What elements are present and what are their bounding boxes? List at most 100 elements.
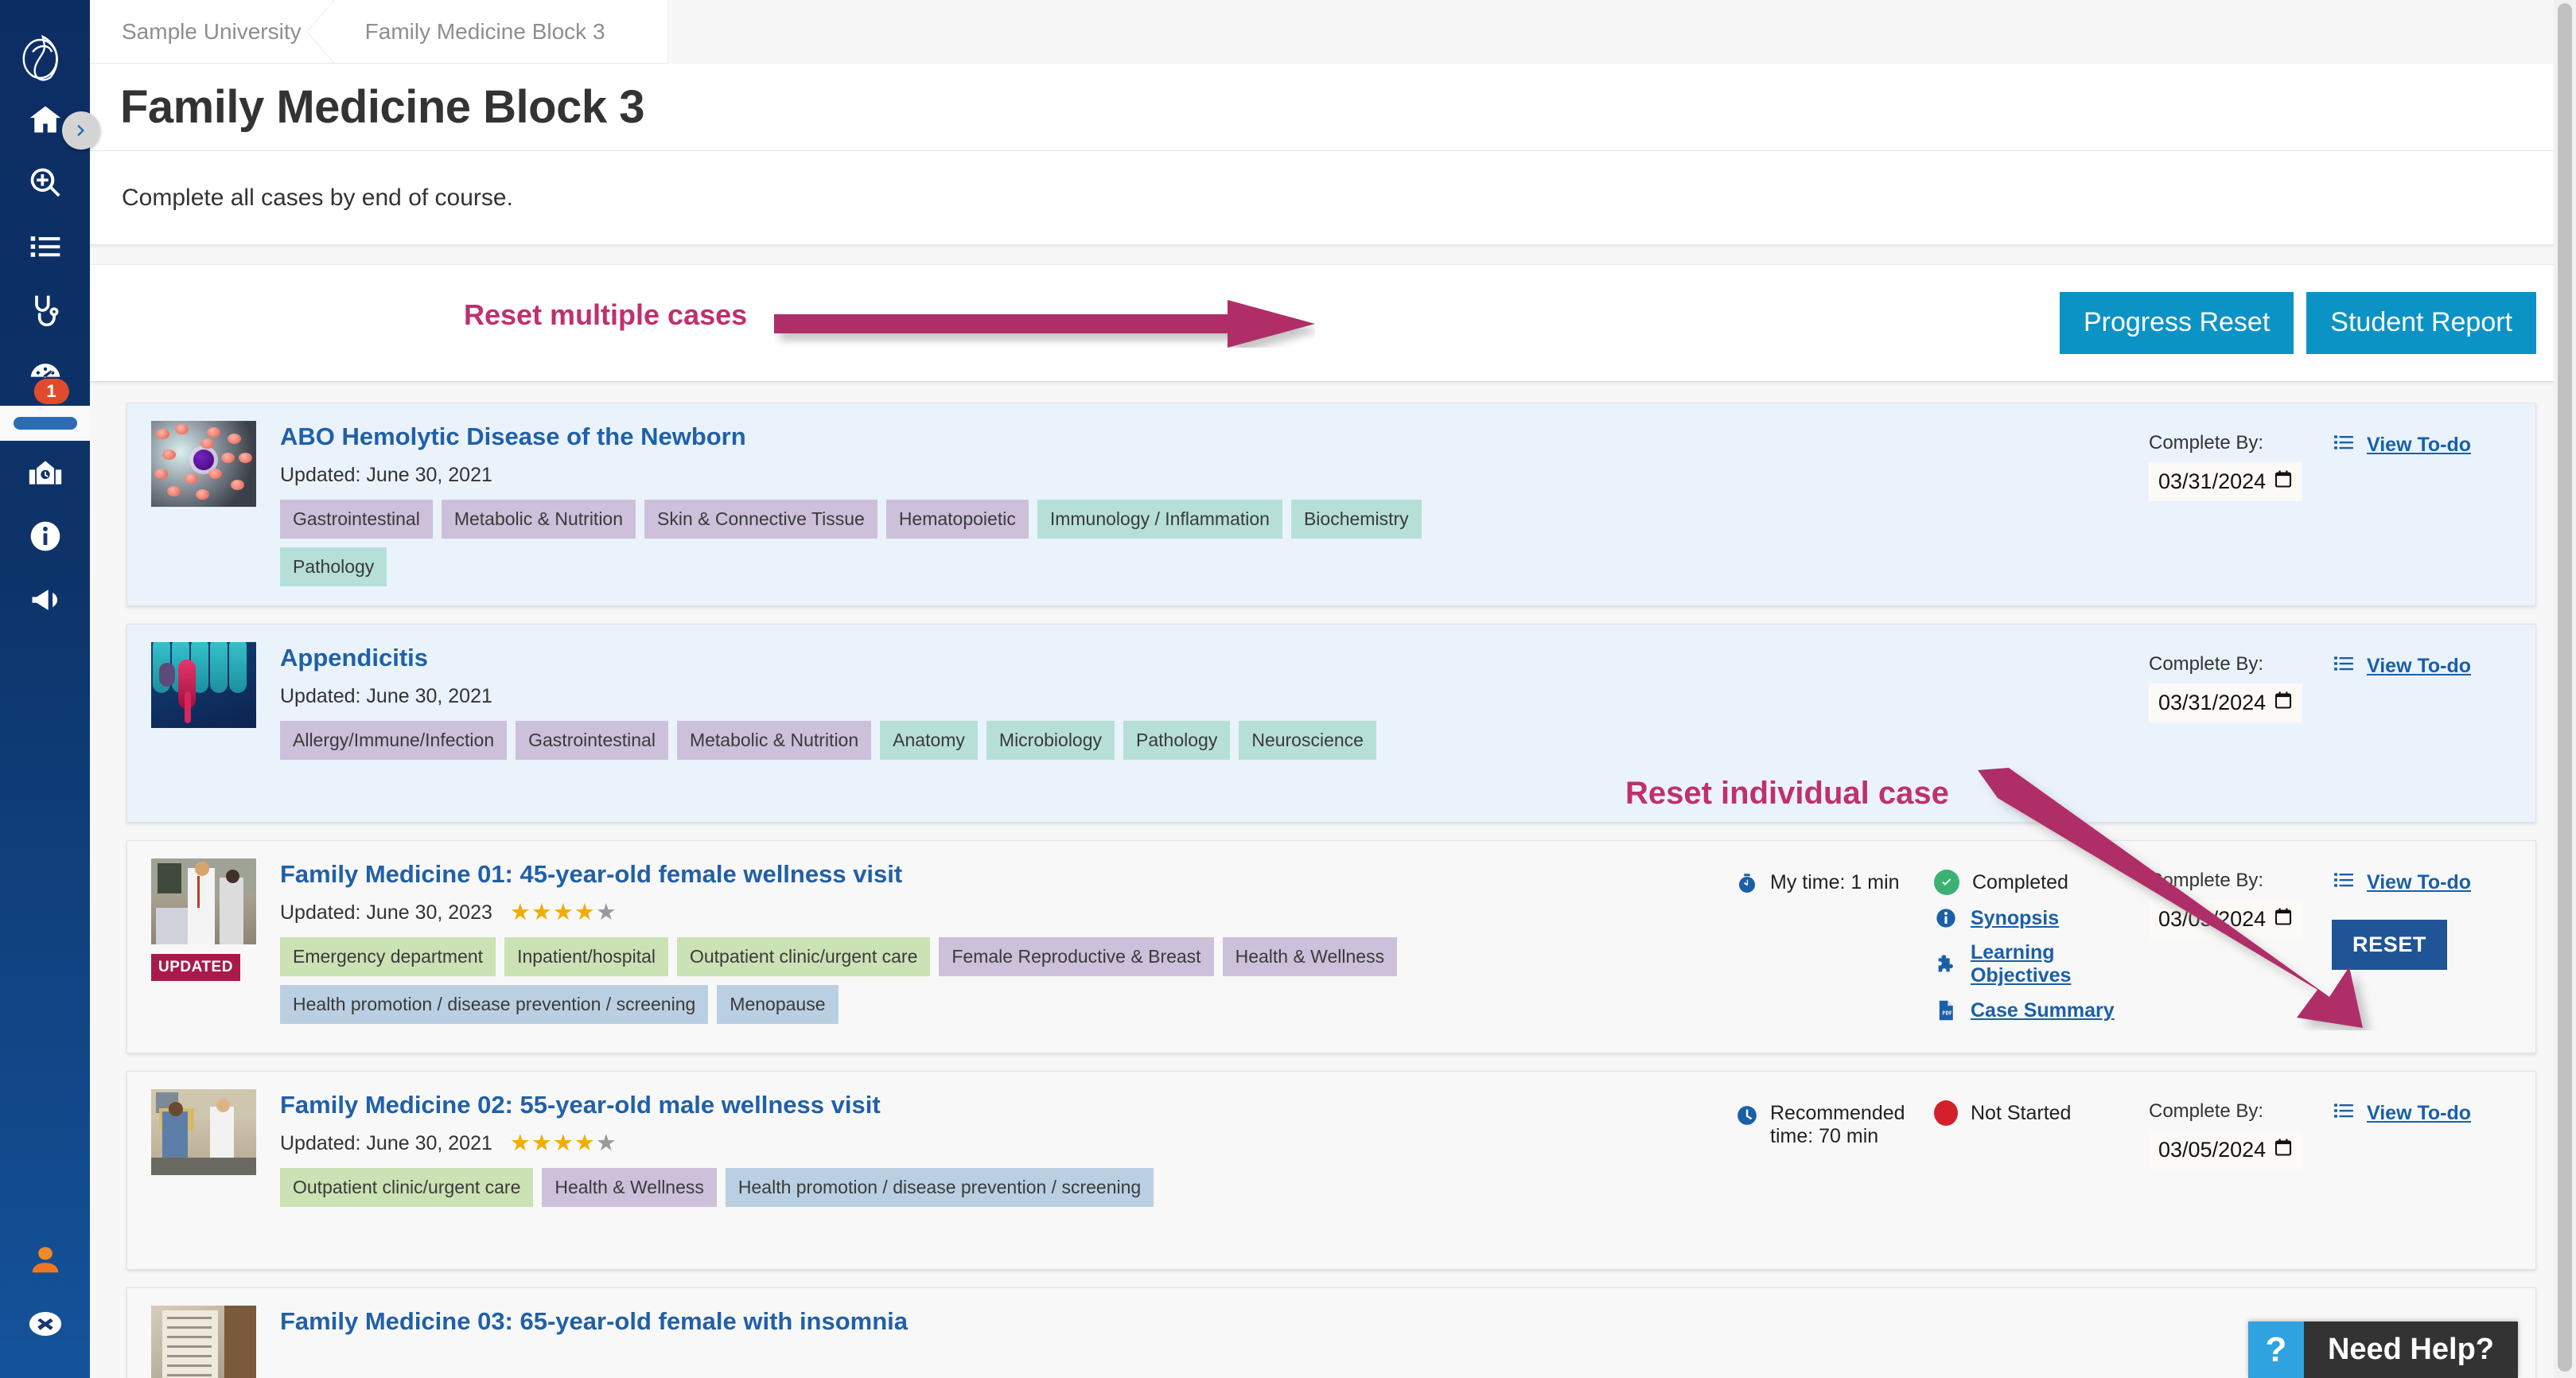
case-tag[interactable]: Hematopoietic	[886, 500, 1029, 539]
case-tag[interactable]: Metabolic & Nutrition	[677, 721, 871, 760]
case-tag[interactable]: Skin & Connective Tissue	[644, 500, 877, 539]
sidebar-item-search[interactable]	[0, 151, 90, 215]
case-title-link[interactable]: Family Medicine 01: 45-year-old female w…	[280, 860, 902, 889]
case-tag-row: GastrointestinalMetabolic & NutritionSki…	[280, 500, 1473, 586]
view-todo-link[interactable]: View To-do	[2332, 432, 2471, 458]
sidebar-close-button[interactable]	[0, 1292, 90, 1356]
due-date-value: 03/05/2024	[2158, 1138, 2266, 1162]
case-tag-row: Emergency departmentInpatient/hospitalOu…	[280, 937, 1473, 1024]
chart-thumbnail[interactable]	[151, 1306, 256, 1378]
appendix-thumbnail[interactable]	[151, 642, 256, 728]
calendar-icon	[2274, 690, 2293, 716]
calendar-icon	[2274, 469, 2293, 495]
case-due: Complete By: 03/31/2024	[2149, 642, 2332, 722]
sidebar-collapse-handle[interactable]	[62, 111, 100, 150]
case-tag[interactable]: Health & Wellness	[542, 1168, 717, 1207]
star-half: ★	[596, 1131, 617, 1156]
view-todo-link[interactable]: View To-do	[2332, 1100, 2471, 1127]
sidebar: 1	[0, 0, 90, 1378]
case-tag[interactable]: Metabolic & Nutrition	[442, 500, 636, 539]
case-card[interactable]: Family Medicine 03: 65-year-old female w…	[126, 1287, 2536, 1378]
case-tag[interactable]: Anatomy	[880, 721, 978, 760]
case-tag[interactable]: Gastrointestinal	[280, 500, 433, 539]
case-tag[interactable]: Inpatient/hospital	[504, 937, 668, 976]
annotation-reset-multiple-text: Reset multiple cases	[464, 298, 747, 332]
sidebar-divider	[0, 406, 90, 441]
case-title-link[interactable]: ABO Hemolytic Disease of the Newborn	[280, 422, 746, 451]
case-tag[interactable]: Female Reproductive & Breast	[939, 937, 1213, 976]
due-date-input[interactable]: 03/31/2024	[2149, 462, 2302, 501]
case-tag[interactable]: Biochemistry	[1291, 500, 1422, 539]
case-due-empty	[2149, 1306, 2332, 1317]
page-title-band: Family Medicine Block 3	[90, 64, 2576, 151]
close-circle-icon	[28, 1306, 63, 1341]
case-tag[interactable]: Health promotion / disease prevention / …	[280, 985, 708, 1024]
pdf-file-icon	[1934, 998, 1958, 1023]
main-content: Sample University Family Medicine Block …	[90, 0, 2576, 1378]
case-tag[interactable]: Pathology	[280, 547, 387, 586]
not-started-dot-icon	[1934, 1100, 1958, 1126]
sidebar-item-dashboard[interactable]: 1	[0, 342, 90, 406]
user-avatar-icon	[27, 1242, 64, 1279]
avatar[interactable]	[0, 1228, 90, 1292]
sidebar-item-announcements[interactable]	[0, 568, 90, 632]
case-card[interactable]: ABO Hemolytic Disease of the Newborn Upd…	[126, 403, 2536, 606]
case-title-link[interactable]: Appendicitis	[280, 644, 428, 672]
list-icon	[28, 229, 63, 264]
case-tag[interactable]: Immunology / Inflammation	[1037, 500, 1282, 539]
stopwatch-icon	[1735, 871, 1759, 902]
sidebar-item-info[interactable]	[0, 504, 90, 568]
case-tag[interactable]: Outpatient clinic/urgent care	[677, 937, 930, 976]
case-tag[interactable]: Pathology	[1123, 721, 1230, 760]
case-thumbnail-wrap: UPDATED	[151, 858, 256, 981]
clinic-visit-thumbnail[interactable]	[151, 1089, 256, 1175]
breadcrumb: Sample University Family Medicine Block …	[90, 0, 668, 64]
case-title-link[interactable]: Family Medicine 03: 65-year-old female w…	[280, 1307, 908, 1336]
clock-icon	[1735, 1102, 1759, 1133]
blood-cells-thumbnail[interactable]	[151, 421, 256, 507]
doctor-patient-thumbnail[interactable]	[151, 858, 256, 944]
case-tag[interactable]: Health promotion / disease prevention / …	[726, 1168, 1154, 1207]
sidebar-item-institution[interactable]	[0, 441, 90, 504]
case-tag[interactable]: Health & Wellness	[1223, 937, 1398, 976]
case-actions: View To-do	[2332, 1089, 2515, 1127]
case-meta: Updated: June 30, 2021	[280, 464, 1735, 487]
complete-by-label: Complete By:	[2149, 653, 2332, 675]
sidebar-item-clinical[interactable]	[0, 278, 90, 342]
case-tag[interactable]: Allergy/Immune/Infection	[280, 721, 507, 760]
case-status-empty	[1934, 642, 2149, 653]
view-todo-link[interactable]: View To-do	[2332, 653, 2471, 679]
case-tag[interactable]: Menopause	[717, 985, 838, 1024]
due-date-input[interactable]: 03/31/2024	[2149, 683, 2302, 722]
case-tag[interactable]: Neuroscience	[1239, 721, 1376, 760]
case-due: Complete By: 03/31/2024	[2149, 421, 2332, 501]
case-card[interactable]: Family Medicine 02: 55-year-old male wel…	[126, 1071, 2536, 1270]
question-mark-icon: ?	[2248, 1322, 2304, 1378]
case-tag[interactable]: Outpatient clinic/urgent care	[280, 1168, 533, 1207]
case-tag[interactable]: Emergency department	[280, 937, 496, 976]
case-tag-row: Outpatient clinic/urgent careHealth & We…	[280, 1168, 1473, 1207]
case-tag[interactable]: Gastrointestinal	[516, 721, 668, 760]
due-date-input[interactable]: 03/05/2024	[2149, 1131, 2302, 1170]
sidebar-divider-pill[interactable]	[14, 417, 77, 430]
search-plus-icon	[28, 165, 63, 200]
dashboard-badge: 1	[33, 379, 68, 404]
page-scrollbar-thumb[interactable]	[2558, 3, 2572, 1372]
sidebar-item-case-list[interactable]	[0, 215, 90, 278]
case-tag[interactable]: Microbiology	[986, 721, 1115, 760]
aquifer-logo[interactable]	[14, 24, 77, 88]
student-report-button[interactable]: Student Report	[2306, 292, 2536, 353]
logo-glyph	[14, 24, 77, 88]
case-time-label: Recommended time: 70 min	[1770, 1102, 1934, 1148]
case-body: Family Medicine 03: 65-year-old female w…	[280, 1306, 1735, 1361]
breadcrumb-item-course[interactable]: Family Medicine Block 3	[333, 0, 637, 63]
need-help-widget[interactable]: ? Need Help?	[2248, 1322, 2518, 1378]
page-scrollbar[interactable]	[2554, 0, 2576, 1378]
case-title-link[interactable]: Family Medicine 02: 55-year-old male wel…	[280, 1091, 881, 1119]
progress-reset-button[interactable]: Progress Reset	[2060, 292, 2294, 353]
info-circle-icon	[1934, 905, 1958, 931]
case-time: Recommended time: 70 min	[1735, 1089, 1934, 1148]
updated-badge: UPDATED	[151, 954, 240, 981]
star-filled: ★	[531, 900, 553, 925]
breadcrumb-item-university[interactable]: Sample University	[90, 0, 333, 63]
